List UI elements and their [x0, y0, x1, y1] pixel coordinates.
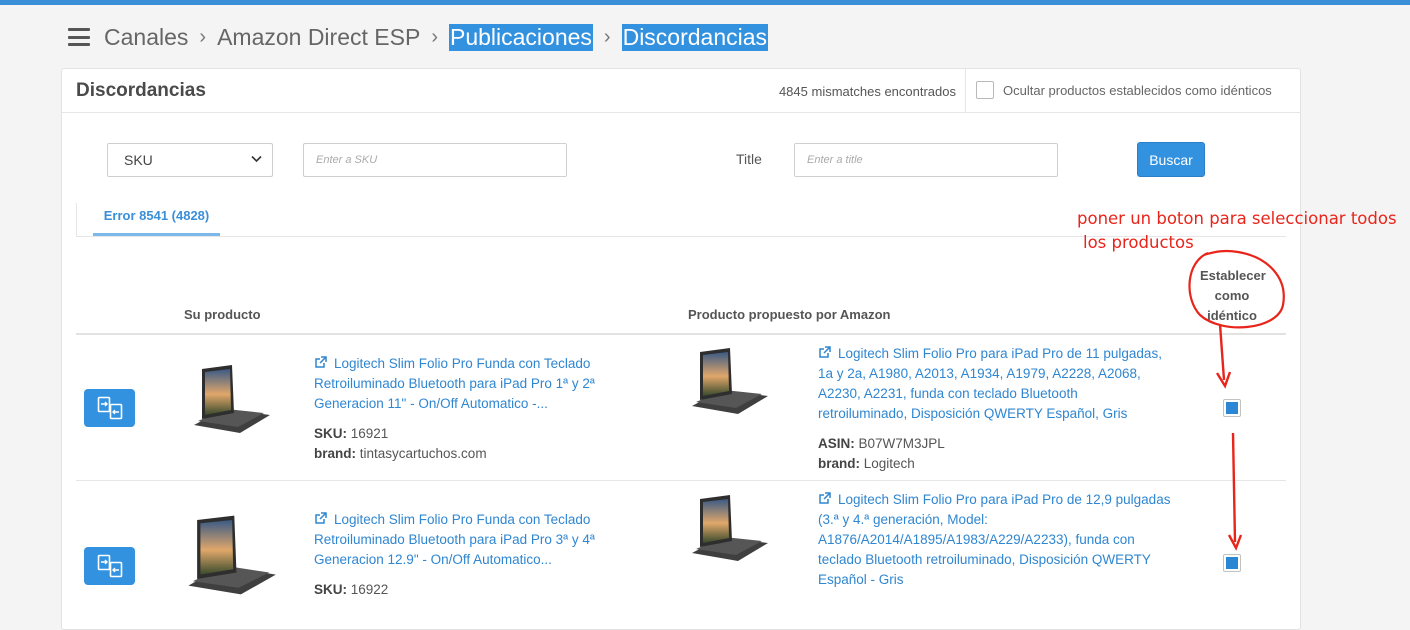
chevron-down-icon [251, 154, 262, 166]
chevron-right-icon: › [199, 25, 207, 48]
sku-label: SKU: [314, 582, 347, 597]
amazon-product-brand: brand: Logitech [818, 454, 915, 474]
hide-identical-label: Ocultar productos establecidos como idén… [1003, 82, 1272, 98]
asin-label: ASIN: [818, 436, 855, 451]
brand-label: brand: [314, 446, 356, 461]
amazon-product-asin: ASIN: B07W7M3JPL [818, 434, 945, 454]
sku-input[interactable]: Enter a SKU [303, 143, 567, 177]
search-field-select[interactable]: SKU [107, 143, 273, 177]
annotation-line: poner un boton para seleccionar todos [1077, 209, 1397, 228]
own-product-link[interactable]: Logitech Slim Folio Pro Funda con Teclad… [314, 510, 614, 570]
swap-product-button[interactable] [84, 547, 135, 585]
tabs-border [76, 203, 77, 237]
set-identical-checkbox[interactable] [1223, 399, 1241, 417]
amazon-product-link[interactable]: Logitech Slim Folio Pro para iPad Pro de… [818, 490, 1178, 590]
set-identical-checkbox[interactable] [1223, 554, 1241, 572]
breadcrumb-discordancias[interactable]: Discordancias [621, 23, 769, 51]
amazon-product-link[interactable]: Logitech Slim Folio Pro para iPad Pro de… [818, 344, 1168, 424]
brand-value: tintasycartuchos.com [359, 446, 487, 461]
column-header-line: como [1214, 288, 1250, 303]
column-header-line: Establecer [1200, 268, 1266, 283]
column-header-su-producto: Su producto [184, 307, 261, 322]
column-header-establecer-identico: Establecer como idéntico [1200, 266, 1266, 326]
external-link-icon [315, 512, 327, 524]
search-button[interactable]: Buscar [1137, 142, 1205, 177]
breadcrumb-canales[interactable]: Canales [104, 24, 188, 51]
top-accent-bar [0, 0, 1410, 5]
title-input[interactable]: Enter a title [794, 143, 1058, 177]
external-link-icon [819, 346, 831, 358]
brand-value: Logitech [863, 456, 915, 471]
annotation-note: poner un boton para seleccionar todos lo… [1077, 207, 1397, 255]
own-product-sku: SKU: 16922 [314, 580, 388, 600]
external-link-icon [819, 492, 831, 504]
mismatch-count: 4845 mismatches encontrados [778, 84, 956, 99]
header-divider [965, 69, 966, 112]
annotation-line: los productos [1083, 233, 1194, 252]
own-product-sku: SKU: 16921 [314, 424, 388, 444]
asin-value: B07W7M3JPL [858, 436, 945, 451]
panel-header: Discordancias 4845 mismatches encontrado… [62, 69, 1300, 113]
product-image [194, 365, 270, 433]
breadcrumb-amazon-direct-esp[interactable]: Amazon Direct ESP [217, 24, 420, 51]
row-divider [76, 480, 1286, 481]
chevron-right-icon: › [603, 25, 611, 48]
title-label: Title [736, 151, 762, 167]
amazon-product-image [692, 348, 768, 414]
search-field-select-value: SKU [124, 152, 153, 168]
sku-value: 16921 [350, 426, 389, 441]
amazon-product-title: Logitech Slim Folio Pro para iPad Pro de… [818, 492, 1171, 587]
hide-identical-toggle[interactable]: Ocultar productos establecidos como idén… [976, 81, 1272, 99]
own-product-link[interactable]: Logitech Slim Folio Pro Funda con Teclad… [314, 354, 614, 414]
amazon-product-title: Logitech Slim Folio Pro para iPad Pro de… [818, 346, 1162, 421]
column-header-producto-propuesto: Producto propuesto por Amazon [688, 307, 891, 322]
column-header-line: idéntico [1207, 308, 1257, 323]
chevron-right-icon: › [431, 25, 438, 48]
breadcrumb-publicaciones[interactable]: Publicaciones [448, 23, 593, 51]
hide-identical-checkbox[interactable] [976, 81, 994, 99]
swap-product-button[interactable] [84, 389, 135, 427]
discordancias-panel: Discordancias 4845 mismatches encontrado… [61, 68, 1301, 630]
panel-title: Discordancias [76, 80, 206, 101]
own-product-brand: brand: tintasycartuchos.com [314, 444, 487, 464]
swap-icon [97, 554, 122, 578]
brand-label: brand: [818, 456, 860, 471]
menu-icon[interactable] [68, 28, 90, 46]
own-product-title: Logitech Slim Folio Pro Funda con Teclad… [314, 356, 595, 411]
sku-label: SKU: [314, 426, 347, 441]
swap-icon [97, 396, 122, 420]
tab-error-8541[interactable]: Error 8541 (4828) [93, 208, 220, 236]
amazon-product-image [692, 495, 768, 561]
sku-value: 16922 [350, 582, 389, 597]
product-image [188, 515, 276, 595]
external-link-icon [315, 356, 327, 368]
table-header-divider [76, 333, 1286, 335]
own-product-title: Logitech Slim Folio Pro Funda con Teclad… [314, 512, 595, 567]
breadcrumb: Canales › Amazon Direct ESP › Publicacio… [68, 20, 769, 54]
